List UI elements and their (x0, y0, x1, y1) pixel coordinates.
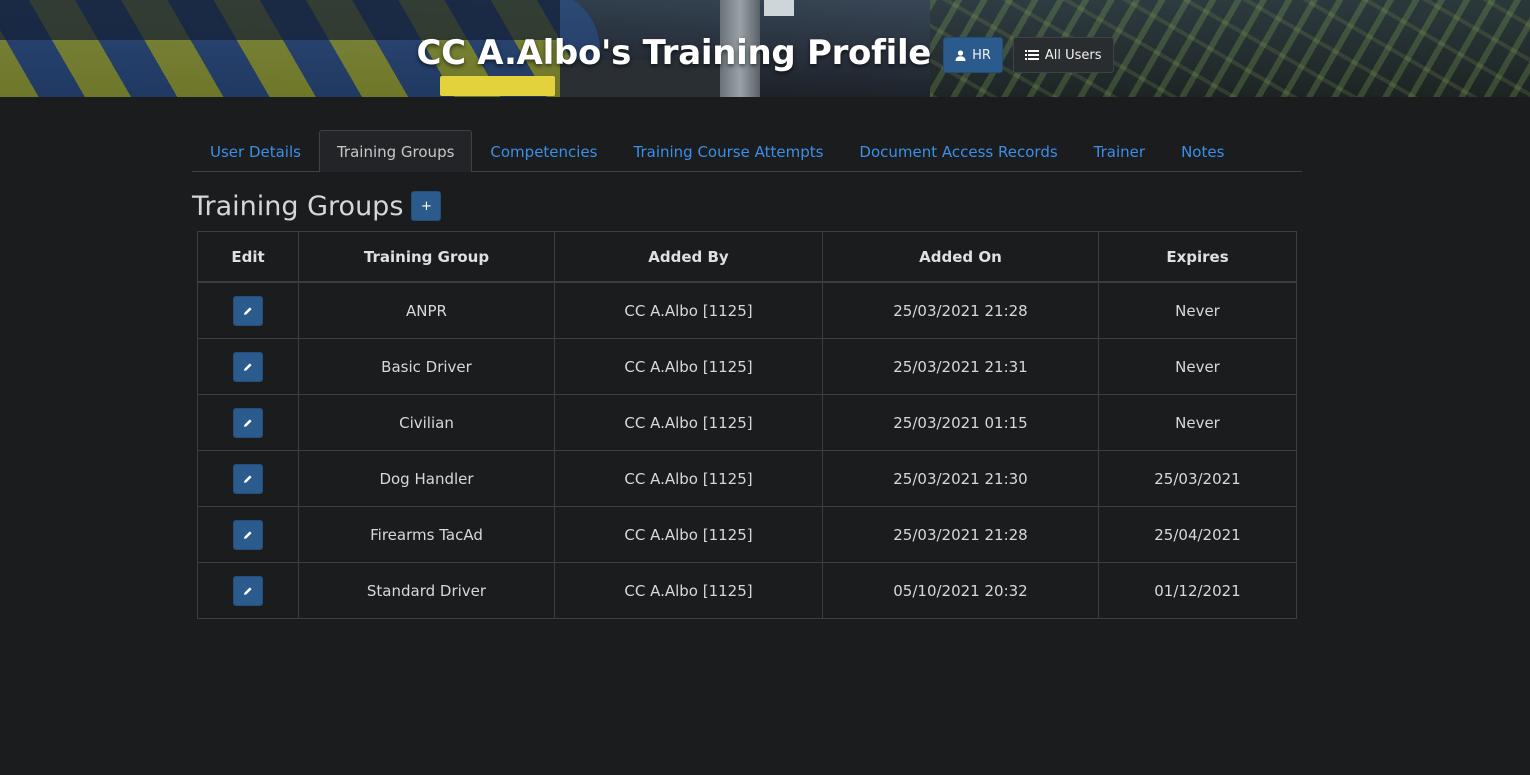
table-row: Standard Driver CC A.Albo [1125] 05/10/2… (197, 562, 1297, 619)
pencil-icon (244, 306, 252, 315)
banner-sign (764, 0, 794, 16)
table-row: Firearms TacAd CC A.Albo [1125] 25/03/20… (197, 506, 1297, 563)
edit-cell (197, 338, 299, 395)
added-on-cell: 25/03/2021 21:28 (822, 281, 1099, 339)
training-groups-table: Edit Training Group Added By Added On Ex… (197, 231, 1297, 619)
table-row: ANPR CC A.Albo [1125] 25/03/2021 21:28 N… (197, 281, 1297, 339)
column-header-added-by: Added By (554, 231, 823, 283)
added-on-cell: 05/10/2021 20:32 (822, 562, 1099, 619)
header: CC A.Albo's Training Profile HR All User… (0, 26, 1530, 80)
add-training-group-button[interactable]: + (411, 191, 442, 221)
edit-button[interactable] (233, 463, 263, 494)
column-header-training-group: Training Group (298, 231, 555, 283)
pencil-icon (244, 362, 252, 371)
edit-cell (197, 506, 299, 563)
column-header-edit: Edit (197, 231, 299, 283)
edit-cell (197, 562, 299, 619)
training-group-cell: Basic Driver (298, 338, 555, 395)
training-group-cell: ANPR (298, 281, 555, 339)
edit-button[interactable] (233, 519, 263, 550)
pencil-icon (244, 586, 252, 595)
column-header-expires: Expires (1098, 231, 1297, 283)
added-by-cell: CC A.Albo [1125] (554, 506, 823, 563)
expires-cell: Never (1098, 281, 1297, 339)
training-group-cell: Standard Driver (298, 562, 555, 619)
added-by-cell: CC A.Albo [1125] (554, 562, 823, 619)
pencil-icon (244, 530, 252, 539)
added-on-cell: 25/03/2021 21:28 (822, 506, 1099, 563)
table-row: Dog Handler CC A.Albo [1125] 25/03/2021 … (197, 450, 1297, 507)
tab-training-groups[interactable]: Training Groups (318, 130, 473, 172)
added-by-cell: CC A.Albo [1125] (554, 338, 823, 395)
tab-competencies[interactable]: Competencies (472, 131, 615, 172)
training-group-cell: Civilian (298, 394, 555, 451)
added-on-cell: 25/03/2021 21:30 (822, 450, 1099, 507)
training-group-cell: Firearms TacAd (298, 506, 555, 563)
section-header: Training Groups + (192, 188, 442, 224)
section-title: Training Groups (192, 190, 404, 222)
all-users-button-label: All Users (1044, 47, 1102, 63)
expires-cell: Never (1098, 338, 1297, 395)
edit-button[interactable] (233, 351, 263, 382)
added-by-cell: CC A.Albo [1125] (554, 281, 823, 339)
all-users-button[interactable]: All Users (1012, 37, 1114, 73)
tab-trainer[interactable]: Trainer (1076, 131, 1163, 172)
expires-cell: 25/04/2021 (1098, 506, 1297, 563)
table-row: Civilian CC A.Albo [1125] 25/03/2021 01:… (197, 394, 1297, 451)
tab-document-access-records[interactable]: Document Access Records (841, 131, 1075, 172)
profile-tabs: User Details Training Groups Competencie… (192, 129, 1302, 172)
edit-button[interactable] (233, 295, 263, 326)
edit-cell (197, 450, 299, 507)
table-header-row: Edit Training Group Added By Added On Ex… (197, 231, 1297, 283)
page-title: CC A.Albo's Training Profile (416, 33, 932, 73)
tab-notes[interactable]: Notes (1163, 131, 1242, 172)
column-header-added-on: Added On (822, 231, 1099, 283)
edit-button[interactable] (233, 575, 263, 606)
added-on-cell: 25/03/2021 21:31 (822, 338, 1099, 395)
edit-cell (197, 394, 299, 451)
added-on-cell: 25/03/2021 01:15 (822, 394, 1099, 451)
edit-button[interactable] (233, 407, 263, 438)
hr-button[interactable]: HR (943, 37, 1003, 73)
expires-cell: 25/03/2021 (1098, 450, 1297, 507)
pencil-icon (244, 418, 252, 427)
user-icon (955, 49, 966, 61)
expires-cell: Never (1098, 394, 1297, 451)
tab-user-details[interactable]: User Details (192, 131, 319, 172)
added-by-cell: CC A.Albo [1125] (554, 450, 823, 507)
expires-cell: 01/12/2021 (1098, 562, 1297, 619)
training-group-cell: Dog Handler (298, 450, 555, 507)
table-row: Basic Driver CC A.Albo [1125] 25/03/2021… (197, 338, 1297, 395)
hr-button-label: HR (972, 47, 991, 63)
added-by-cell: CC A.Albo [1125] (554, 394, 823, 451)
tab-training-course-attempts[interactable]: Training Course Attempts (616, 131, 842, 172)
pencil-icon (244, 474, 252, 483)
list-icon (1024, 50, 1039, 60)
edit-cell (197, 281, 299, 339)
